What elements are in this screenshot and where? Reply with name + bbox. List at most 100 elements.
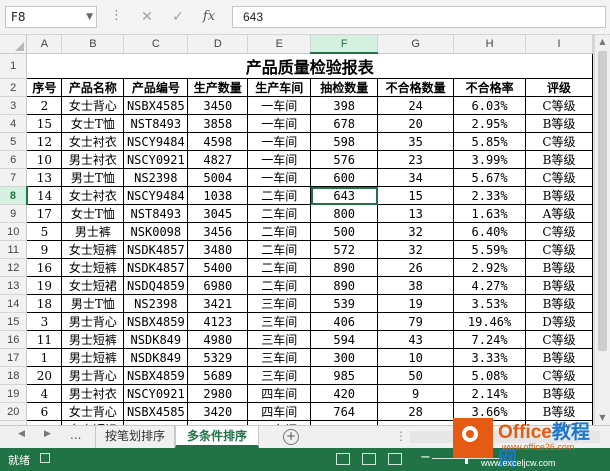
data-cell[interactable]: 4598	[187, 132, 249, 151]
data-cell[interactable]: NSK0098	[123, 222, 189, 241]
row-header-16[interactable]: 16	[0, 330, 28, 349]
data-cell[interactable]: 3045	[187, 204, 249, 223]
data-cell[interactable]: C等级	[525, 132, 593, 151]
data-cell[interactable]: 二车间	[247, 222, 312, 241]
sheet-tab-multi-condition-sort[interactable]: 多条件排序	[175, 426, 259, 448]
data-cell[interactable]: 3450	[187, 96, 249, 115]
more-sheets-ellipsis[interactable]: ...	[70, 428, 81, 442]
data-cell[interactable]: 678	[310, 114, 379, 133]
data-cell[interactable]: 女士衬衣	[61, 186, 125, 205]
data-cell[interactable]: 17	[26, 204, 63, 223]
data-cell[interactable]: 12	[26, 132, 63, 151]
column-header-h[interactable]: H	[453, 35, 527, 54]
data-cell[interactable]: 5.59%	[453, 240, 527, 259]
data-cell[interactable]: 11	[26, 330, 63, 349]
data-cell[interactable]: NSBX4585	[123, 96, 189, 115]
data-cell[interactable]: 500	[310, 222, 379, 241]
data-cell[interactable]: 5329	[187, 348, 249, 367]
data-cell[interactable]: 3.53%	[453, 294, 527, 313]
data-cell[interactable]: NSCY9484	[123, 132, 189, 151]
data-cell[interactable]: 598	[310, 132, 379, 151]
data-cell[interactable]: 576	[310, 150, 379, 169]
data-cell[interactable]: 7.24%	[453, 330, 527, 349]
header-cell[interactable]: 产品名称	[61, 78, 125, 97]
data-cell[interactable]: 3420	[187, 402, 249, 421]
data-cell[interactable]: 10	[26, 150, 63, 169]
column-header-a[interactable]: A	[26, 35, 63, 54]
data-cell[interactable]: 3.33%	[453, 348, 527, 367]
scroll-up-icon[interactable]: ▲	[595, 35, 610, 49]
data-cell[interactable]: 406	[310, 312, 379, 331]
tab-split-grip-icon[interactable]: ⋮	[395, 429, 407, 443]
data-cell[interactable]: 19	[377, 294, 455, 313]
select-all-corner[interactable]	[0, 35, 28, 54]
data-cell[interactable]: 50	[377, 366, 455, 385]
data-cell[interactable]: NS2398	[123, 168, 189, 187]
data-cell[interactable]: 4827	[187, 150, 249, 169]
row-header-8[interactable]: 8	[0, 186, 28, 205]
data-cell[interactable]: 2	[26, 96, 63, 115]
data-cell[interactable]: 9	[26, 240, 63, 259]
data-cell[interactable]: NSCY9484	[123, 186, 189, 205]
data-cell[interactable]: 643	[310, 186, 379, 205]
data-cell[interactable]: 4123	[187, 312, 249, 331]
data-cell[interactable]: 15	[377, 186, 455, 205]
data-cell[interactable]: 1.63%	[453, 204, 527, 223]
data-cell[interactable]: 女士短裙	[61, 276, 125, 295]
column-header-f[interactable]: F	[310, 35, 379, 54]
data-cell[interactable]: A等级	[525, 204, 593, 223]
data-cell[interactable]: 三车间	[247, 312, 312, 331]
data-cell[interactable]: 三车间	[247, 330, 312, 349]
data-cell[interactable]: 300	[310, 348, 379, 367]
data-cell[interactable]: 女士短裤	[61, 240, 125, 259]
data-cell[interactable]: 4	[26, 384, 63, 403]
row-header-6[interactable]: 6	[0, 150, 28, 169]
data-cell[interactable]: 四车间	[247, 402, 312, 421]
data-cell[interactable]: 985	[310, 366, 379, 385]
data-cell[interactable]: 24	[377, 96, 455, 115]
data-cell[interactable]: 男士衬衣	[61, 150, 125, 169]
row-header-11[interactable]: 11	[0, 240, 28, 259]
row-header-4[interactable]: 4	[0, 114, 28, 133]
data-cell[interactable]: 13	[377, 204, 455, 223]
data-cell[interactable]: 23	[377, 150, 455, 169]
data-cell[interactable]: B等级	[525, 150, 593, 169]
normal-view-icon[interactable]	[336, 453, 350, 465]
row-header-17[interactable]: 17	[0, 348, 28, 367]
data-cell[interactable]: 19.46%	[453, 312, 527, 331]
header-cell[interactable]: 不合格数量	[377, 78, 455, 97]
data-cell[interactable]: 38	[377, 276, 455, 295]
data-cell[interactable]: 3480	[187, 240, 249, 259]
data-cell[interactable]: 28	[377, 402, 455, 421]
insert-function-icon[interactable]: fx	[199, 7, 219, 27]
data-cell[interactable]: NS2398	[123, 294, 189, 313]
data-cell[interactable]: 女士T恤	[61, 114, 125, 133]
data-cell[interactable]: B等级	[525, 114, 593, 133]
data-cell[interactable]: 79	[377, 312, 455, 331]
data-cell[interactable]: 男士背心	[61, 312, 125, 331]
data-cell[interactable]: 2.92%	[453, 258, 527, 277]
next-sheet-icon[interactable]: ▶	[44, 429, 51, 439]
data-cell[interactable]: 三车间	[247, 366, 312, 385]
data-cell[interactable]: 34	[377, 168, 455, 187]
data-cell[interactable]: 13	[26, 168, 63, 187]
data-cell[interactable]: 6980	[187, 276, 249, 295]
data-cell[interactable]: 二车间	[247, 204, 312, 223]
header-cell[interactable]: 评级	[525, 78, 593, 97]
data-cell[interactable]: 3421	[187, 294, 249, 313]
enter-icon[interactable]: ✓	[168, 7, 188, 27]
data-cell[interactable]: 5689	[187, 366, 249, 385]
name-box[interactable]: F8 ▼	[5, 6, 97, 28]
data-cell[interactable]: 2.33%	[453, 186, 527, 205]
header-cell[interactable]: 序号	[26, 78, 63, 97]
data-cell[interactable]: NSDQ4859	[123, 276, 189, 295]
data-cell[interactable]: NSBX4859	[123, 366, 189, 385]
cancel-icon[interactable]: ✕	[137, 7, 157, 27]
data-cell[interactable]: 15	[26, 114, 63, 133]
data-cell[interactable]: 2.95%	[453, 114, 527, 133]
data-cell[interactable]: 二车间	[247, 276, 312, 295]
data-cell[interactable]: 一车间	[247, 132, 312, 151]
data-cell[interactable]: 6.03%	[453, 96, 527, 115]
data-cell[interactable]: 四车间	[247, 384, 312, 403]
data-cell[interactable]: 女士背心	[61, 402, 125, 421]
